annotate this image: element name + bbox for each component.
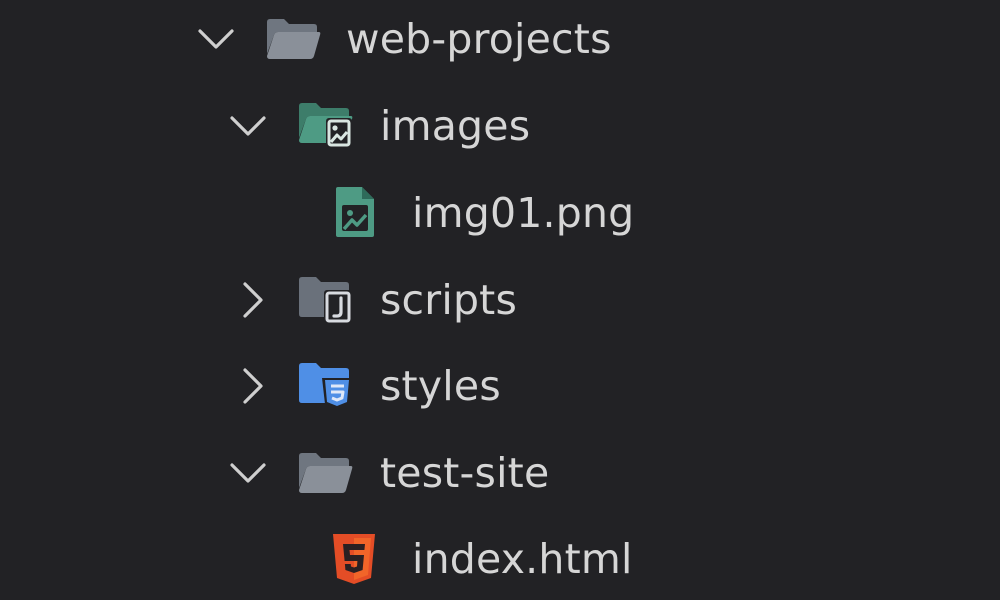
tree-item-scripts[interactable]: scripts	[0, 257, 1000, 343]
tree-item-label: img01.png	[412, 189, 635, 237]
tree-item-web-projects[interactable]: web-projects	[0, 0, 1000, 82]
scripts-folder-icon	[296, 257, 356, 343]
tree-item-test-site[interactable]: test-site	[0, 430, 1000, 516]
styles-folder-icon	[296, 343, 356, 429]
tree-item-label: styles	[380, 362, 501, 410]
folder-open-icon	[296, 430, 354, 516]
tree-item-label: index.html	[412, 535, 633, 583]
tree-item-label: scripts	[380, 276, 518, 324]
tree-item-index-html[interactable]: index.html	[0, 516, 1000, 600]
folder-open-icon	[264, 0, 322, 82]
chevron-right-icon[interactable]	[232, 343, 272, 429]
chevron-down-icon[interactable]	[196, 0, 236, 82]
image-file-icon	[332, 170, 378, 256]
file-explorer-tree: web-projects images img01.png scripts st…	[0, 0, 1000, 600]
tree-item-img01-png[interactable]: img01.png	[0, 170, 1000, 256]
tree-item-styles[interactable]: styles	[0, 343, 1000, 429]
chevron-down-icon[interactable]	[228, 430, 268, 516]
chevron-right-icon[interactable]	[232, 257, 272, 343]
chevron-down-icon[interactable]	[228, 83, 268, 169]
tree-item-images[interactable]: images	[0, 83, 1000, 169]
images-folder-icon	[296, 83, 356, 169]
html5-icon	[330, 516, 378, 600]
tree-item-label: web-projects	[346, 15, 612, 63]
tree-item-label: test-site	[380, 449, 550, 497]
tree-item-label: images	[380, 102, 531, 150]
